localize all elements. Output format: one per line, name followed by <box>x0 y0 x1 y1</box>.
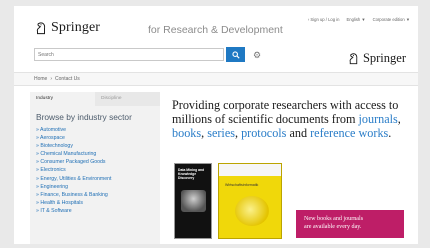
brand-name-secondary: Springer <box>362 51 406 65</box>
sector-list: » Automotive » Aerospace » Biotechnology… <box>30 126 160 215</box>
brand-tagline: for Research & Development <box>148 24 283 36</box>
journals-link[interactable]: journals <box>359 112 398 126</box>
edition-select[interactable]: Corporate edition ▼ <box>373 17 410 22</box>
sector-link[interactable]: » Health & Hospitals <box>36 199 160 207</box>
headline-end: . <box>388 126 392 140</box>
language-select[interactable]: English ▼ <box>347 17 366 22</box>
headline-separator: and <box>286 126 311 140</box>
brand-name: Springer <box>51 20 101 35</box>
reference-works-link[interactable]: reference works <box>310 126 388 140</box>
breadcrumb-home[interactable]: Home <box>34 76 47 82</box>
headline-separator: , <box>397 112 401 126</box>
promo-line: New books and journals <box>304 216 364 222</box>
series-link[interactable]: series <box>207 126 235 140</box>
sector-link[interactable]: » Biotechnology <box>36 142 160 150</box>
cover-image <box>235 196 269 226</box>
breadcrumb: Home › Contact Us <box>14 72 418 86</box>
login-link[interactable]: › Sign up / Log in <box>308 17 340 22</box>
sector-link[interactable]: » Consumer Packaged Goods <box>36 158 160 166</box>
browse-title: Browse by industry sector <box>36 112 132 122</box>
chess-knight-icon <box>349 53 358 65</box>
sector-link[interactable]: » Engineering <box>36 183 160 191</box>
tab-discipline[interactable]: Discipline <box>95 92 160 106</box>
top-links: › Sign up / Log in English ▼ Corporate e… <box>308 17 410 22</box>
sector-link[interactable]: » Energy, Utilities & Environment <box>36 175 160 183</box>
page-frame: Springer for Research & Development › Si… <box>14 6 418 244</box>
cover-band <box>219 164 281 176</box>
search-input[interactable] <box>34 48 224 61</box>
sector-link[interactable]: » Finance, Business & Banking <box>36 191 160 199</box>
search-icon <box>231 50 240 59</box>
sector-link[interactable]: » IT & Software <box>36 207 160 215</box>
cover-image <box>181 190 206 212</box>
chess-knight-icon <box>36 22 46 35</box>
industry-browse-panel: Industry Discipline Browse by industry s… <box>30 92 160 244</box>
springer-logo[interactable]: Springer <box>34 20 100 36</box>
gear-icon[interactable]: ⚙ <box>252 50 262 60</box>
breadcrumb-separator: › <box>50 76 53 82</box>
book-cover-data-mining[interactable]: Data Mining and Knowledge Discovery <box>174 163 212 239</box>
sector-link[interactable]: » Aerospace <box>36 134 160 142</box>
sector-link[interactable]: » Chemical Manufacturing <box>36 150 160 158</box>
sector-link[interactable]: » Electronics <box>36 166 160 174</box>
book-title: Data Mining and Knowledge Discovery <box>178 168 205 180</box>
sector-link[interactable]: » Automotive <box>36 126 160 134</box>
hero-headline: Providing corporate researchers with acc… <box>172 98 412 140</box>
search-button[interactable] <box>226 47 245 62</box>
tab-industry[interactable]: Industry <box>30 92 95 106</box>
books-link[interactable]: books <box>172 126 201 140</box>
promo-line: are available every day. <box>304 223 362 230</box>
new-content-promo[interactable]: New books and journals are available eve… <box>296 210 404 238</box>
breadcrumb-contact[interactable]: Contact Us <box>55 76 80 82</box>
book-title: Wirtschaftsinformatik <box>225 183 259 187</box>
book-cover-wirtschaftsinformatik[interactable]: Wirtschaftsinformatik <box>218 163 282 239</box>
protocols-link[interactable]: protocols <box>241 126 286 140</box>
browse-tabs: Industry Discipline <box>30 92 160 106</box>
springer-logo-secondary: Springer <box>347 51 406 66</box>
